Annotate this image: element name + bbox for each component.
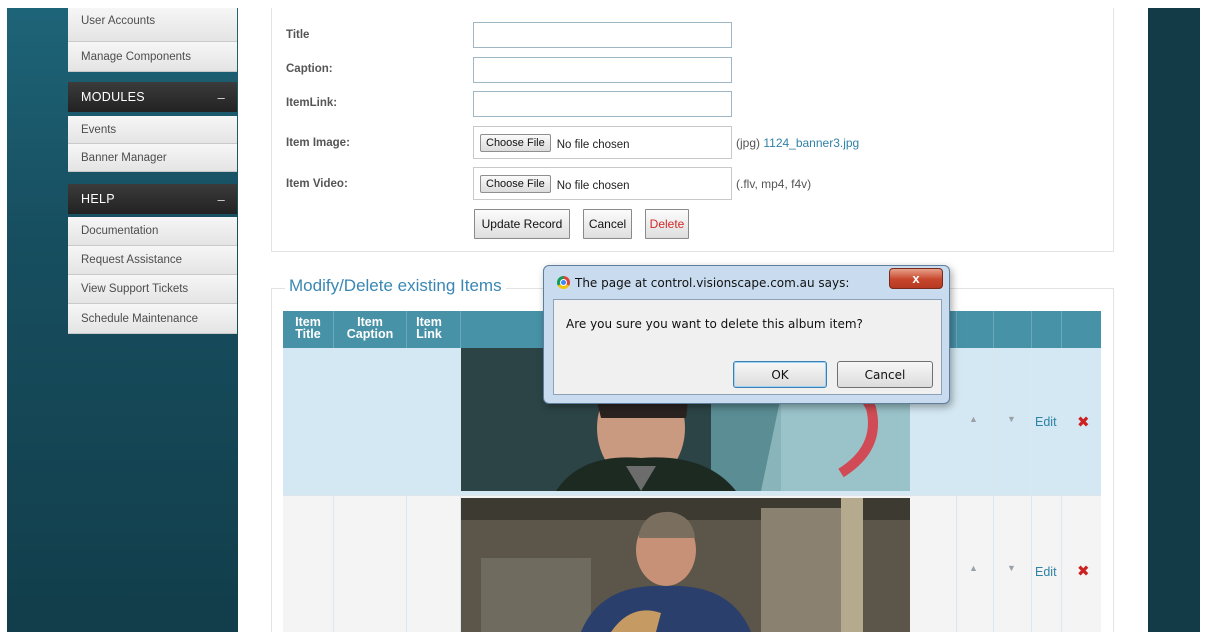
sidebar-item-label: Banner Manager — [81, 151, 167, 164]
image-format-text: (jpg) — [736, 136, 761, 150]
title-label: Title — [286, 29, 310, 41]
dialog-close-button[interactable]: x — [889, 268, 943, 289]
help-heading-label: HELP — [81, 192, 115, 206]
item-video-label: Item Video: — [286, 178, 348, 190]
dialog-cancel-button[interactable]: Cancel — [837, 361, 933, 388]
sidebar-item-label: User Accounts — [81, 14, 156, 27]
guitarist-photo-image — [461, 498, 910, 632]
chrome-icon — [557, 276, 570, 289]
item-image-label: Item Image: — [286, 137, 350, 149]
header-divider — [460, 311, 461, 348]
item-video-file-status: No file chosen — [556, 179, 630, 192]
item-video-choose-file-button[interactable]: Choose File — [480, 174, 551, 193]
sidebar-item-events[interactable]: Events — [68, 116, 237, 144]
video-format-note: (.flv, mp4, f4v) — [736, 177, 812, 191]
sidebar-item-label: View Support Tickets — [81, 283, 189, 295]
page: User Accounts Manage Components MODULES … — [0, 0, 1206, 632]
move-up-icon[interactable]: ▲ — [969, 563, 978, 573]
dialog-message: Are you sure you want to delete this alb… — [566, 317, 863, 331]
collapse-icon[interactable]: – — [217, 90, 225, 105]
item-image-file-field: Choose File No file chosen — [473, 126, 732, 159]
sidebar-item-label: Events — [81, 123, 117, 136]
sidebar-item-request-assistance[interactable]: Request Assistance — [68, 246, 237, 275]
column-divider — [956, 348, 957, 632]
move-down-icon[interactable]: ▼ — [1007, 563, 1016, 573]
collapse-icon[interactable]: – — [217, 192, 225, 207]
caption-input[interactable] — [473, 57, 732, 83]
header-divider — [333, 311, 334, 348]
header-divider — [1031, 311, 1032, 348]
column-divider — [406, 348, 407, 632]
sidebar-item-label: Documentation — [81, 225, 159, 237]
help-heading[interactable]: HELP – — [68, 184, 237, 214]
column-header-line: Caption — [346, 327, 394, 341]
header-divider — [993, 311, 994, 348]
column-header-line: Link — [416, 327, 442, 341]
sidebar-item-documentation[interactable]: Documentation — [68, 217, 237, 246]
column-divider — [1031, 348, 1032, 632]
itemlink-input[interactable] — [473, 91, 732, 117]
column-item-caption[interactable]: Item Caption — [334, 311, 406, 348]
move-down-icon[interactable]: ▼ — [1007, 414, 1016, 424]
update-record-button[interactable]: Update Record — [474, 209, 570, 239]
item-video-file-field: Choose File No file chosen — [473, 167, 732, 200]
column-divider — [993, 348, 994, 632]
column-header-line: Title — [295, 327, 321, 341]
delete-button[interactable]: Delete — [645, 209, 689, 239]
edit-item-link[interactable]: Edit — [1035, 415, 1057, 429]
delete-item-icon[interactable]: ✖ — [1077, 413, 1090, 431]
item-image-thumbnail — [461, 498, 910, 632]
column-item-link[interactable]: Item Link — [407, 311, 451, 348]
cancel-button[interactable]: Cancel — [583, 209, 632, 239]
modules-heading[interactable]: MODULES – — [68, 82, 237, 112]
item-image-file-status: No file chosen — [556, 138, 630, 151]
dialog-ok-button[interactable]: OK — [733, 361, 827, 388]
sidebar-item-banner-manager[interactable]: Banner Manager — [68, 144, 237, 172]
move-up-icon[interactable]: ▲ — [969, 414, 978, 424]
header-divider — [406, 311, 407, 348]
sidebar-item-label: Request Assistance — [81, 254, 183, 266]
delete-item-icon[interactable]: ✖ — [1077, 562, 1090, 580]
itemlink-label: ItemLink: — [286, 97, 338, 109]
dialog-title: The page at control.visionscape.com.au s… — [575, 276, 850, 290]
item-image-choose-file-button[interactable]: Choose File — [480, 133, 551, 152]
edit-item-link[interactable]: Edit — [1035, 565, 1057, 579]
sidebar-item-user-accounts[interactable]: User Accounts — [68, 8, 237, 42]
sidebar-item-schedule-maintenance[interactable]: Schedule Maintenance — [68, 304, 237, 334]
right-gutter — [1148, 8, 1200, 632]
sidebar-item-label: Manage Components — [81, 50, 191, 63]
sidebar-item-view-support-tickets[interactable]: View Support Tickets — [68, 275, 237, 304]
header-divider — [1061, 311, 1062, 348]
existing-items-legend: Modify/Delete existing Items — [285, 276, 506, 296]
header-divider — [956, 311, 957, 348]
column-divider — [1061, 348, 1062, 632]
title-input[interactable] — [473, 22, 732, 48]
column-divider — [333, 348, 334, 632]
modules-heading-label: MODULES — [81, 90, 145, 104]
column-item-title[interactable]: Item Title — [283, 311, 333, 348]
current-image-link[interactable]: 1124_banner3.jpg — [763, 136, 859, 150]
sidebar-item-manage-components[interactable]: Manage Components — [68, 42, 237, 72]
caption-label: Caption: — [286, 63, 333, 75]
image-format-note: (jpg) 1124_banner3.jpg — [736, 136, 859, 150]
sidebar-item-label: Schedule Maintenance — [81, 312, 198, 325]
